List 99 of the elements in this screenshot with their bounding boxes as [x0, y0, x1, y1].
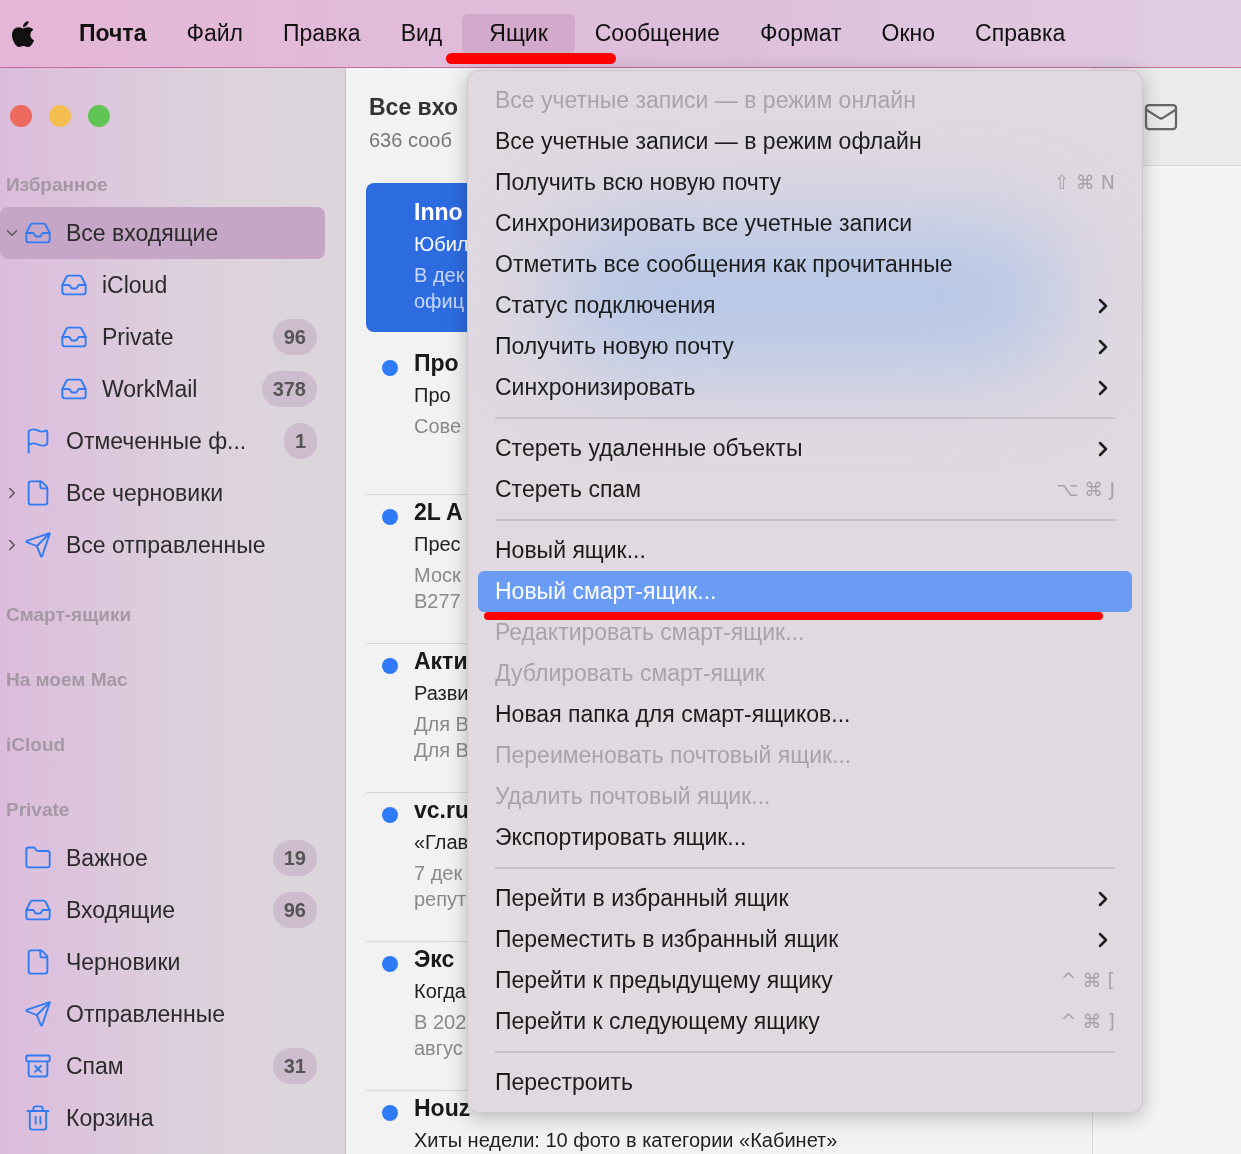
- mailbox-name: iCloud: [102, 270, 168, 300]
- message-preview: 7 дек: [414, 860, 464, 886]
- message-preview: авгус: [414, 1035, 464, 1061]
- sidebar-item[interactable]: Черновики: [0, 936, 325, 988]
- mailbox-name: Все отправленные: [66, 530, 266, 560]
- sidebar-section-title: Private: [6, 797, 70, 822]
- sidebar-section-title: iCloud: [6, 732, 66, 757]
- menu-bar-item[interactable]: Сообщение: [582, 13, 732, 54]
- message-preview: репут: [414, 886, 468, 912]
- junk-box-icon: [24, 1052, 52, 1080]
- sidebar-item[interactable]: Все отправленные: [0, 519, 325, 571]
- message-sender: Экс: [414, 945, 455, 972]
- menu-item[interactable]: Стереть спам ⌥ ⌘ J: [478, 477, 1132, 502]
- message-preview: В 202: [414, 1009, 467, 1035]
- menu-item[interactable]: Новый ящик...: [478, 538, 1132, 563]
- message-sender: Акти: [414, 647, 468, 674]
- keyboard-shortcut: ⌥ ⌘ J: [1056, 477, 1115, 503]
- menu-bar-item[interactable]: Формат: [747, 13, 854, 54]
- message-preview: В дек: [414, 262, 466, 288]
- keyboard-shortcut: ^ ⌘ [: [1060, 968, 1115, 994]
- mailbox-name: Входящие: [66, 895, 176, 925]
- sidebar-item[interactable]: Важное 19: [0, 832, 325, 884]
- keyboard-shortcut: ⇧ ⌘ N: [1053, 170, 1115, 196]
- menu-item[interactable]: Перейти к предыдущему ящику ^ ⌘ [: [478, 968, 1132, 993]
- message-subject: «Глав: [414, 830, 469, 854]
- apple-icon[interactable]: [10, 18, 36, 49]
- sidebar-section-title: На моем Mac: [6, 667, 128, 692]
- message-preview: Для В: [414, 737, 469, 763]
- message-count: 636 сооб: [369, 127, 452, 153]
- menu-item[interactable]: Перестроить: [478, 1070, 1132, 1095]
- menu-item[interactable]: Новая папка для смарт-ящиков...: [478, 702, 1132, 727]
- sidebar-item[interactable]: Корзина: [0, 1092, 325, 1144]
- message-subject: Разви: [414, 681, 469, 705]
- keyboard-shortcut: ^ ⌘ ]: [1060, 1009, 1115, 1035]
- menu-bar-item[interactable]: Справка: [963, 13, 1078, 54]
- mailbox-title: Все вхо: [369, 93, 458, 122]
- menu-bar-item[interactable]: Правка: [270, 13, 373, 54]
- menu-bar-item[interactable]: Почта: [67, 13, 159, 54]
- message-preview: B277: [414, 588, 462, 614]
- menu-item[interactable]: Экспортировать ящик...: [478, 825, 1132, 850]
- mailbox-name: Черновики: [66, 947, 181, 977]
- sidebar-item[interactable]: iCloud: [0, 259, 325, 311]
- menu-item[interactable]: Перейти к следующему ящику ^ ⌘ ]: [478, 1009, 1132, 1034]
- unread-count: 19: [272, 840, 317, 876]
- message-subject: Прес: [414, 532, 461, 556]
- sidebar-item[interactable]: Отмеченные ф... 1: [0, 415, 325, 467]
- unread-count: 31: [272, 1048, 317, 1084]
- sidebar-section-title: Смарт-ящики: [6, 602, 132, 627]
- trash-icon: [24, 1104, 52, 1132]
- unread-count: 96: [272, 319, 317, 355]
- sidebar-item[interactable]: Спам 31: [0, 1040, 325, 1092]
- menu-item[interactable]: Стереть удаленные объекты: [478, 436, 1132, 461]
- paper-plane-icon: [24, 1000, 52, 1028]
- unread-count: 96: [272, 892, 317, 928]
- menu-bar-item[interactable]: Вид: [388, 13, 455, 54]
- message-sender: vc.ru: [414, 796, 469, 823]
- menu-item[interactable]: Получить новую почту: [478, 334, 1132, 359]
- menu-item[interactable]: Все учетные записи — в режим офлайн: [478, 129, 1132, 154]
- message-subject: Юбил: [414, 232, 469, 256]
- mailbox-name: Корзина: [66, 1103, 154, 1133]
- menu-bar-item[interactable]: Файл: [174, 13, 255, 54]
- message-preview: Моск: [414, 562, 462, 588]
- message-sender: Houz: [414, 1094, 471, 1121]
- menu-bar-item[interactable]: Окно: [869, 13, 948, 54]
- menu-item[interactable]: Синхронизировать: [478, 375, 1132, 400]
- message-sender: Inno: [414, 198, 463, 225]
- menu-item[interactable]: Получить всю новую почту ⇧ ⌘ N: [478, 170, 1132, 195]
- menu-item[interactable]: Отметить все сообщения как прочитанные: [478, 252, 1132, 277]
- sidebar-item[interactable]: Все черновики: [0, 467, 325, 519]
- menu-item[interactable]: Перейти в избранный ящик: [478, 886, 1132, 911]
- paper-plane-icon: [24, 531, 52, 559]
- message-preview: Сове: [414, 413, 462, 439]
- mailbox-name: Private: [102, 322, 174, 352]
- message-subject: Хиты недели: 10 фото в категории «Кабинет»: [414, 1128, 838, 1152]
- mailbox-name: Спам: [66, 1051, 124, 1081]
- message-preview: офиц: [414, 288, 466, 314]
- mailbox-name: Все входящие: [66, 218, 219, 248]
- message-subject: Про: [414, 383, 451, 407]
- message-sender: Про: [414, 349, 459, 376]
- unread-count: 378: [261, 371, 317, 407]
- menu-item[interactable]: Статус подключения: [478, 293, 1132, 318]
- mailbox-name: Отправленные: [66, 999, 226, 1029]
- sidebar-item[interactable]: WorkMail 378: [0, 363, 325, 415]
- sidebar-item[interactable]: Все входящие: [0, 207, 325, 259]
- unread-count: 1: [283, 423, 317, 459]
- sidebar-item[interactable]: Отправленные: [0, 988, 325, 1040]
- message-preview: Для В: [414, 711, 469, 737]
- sidebar-item[interactable]: Входящие 96: [0, 884, 325, 936]
- mailbox-name: Все черновики: [66, 478, 224, 508]
- message-subject: Когда: [414, 979, 466, 1003]
- message-sender: 2L A: [414, 498, 463, 525]
- mailbox-name: Важное: [66, 843, 148, 873]
- sidebar-section-title: Избранное: [6, 172, 108, 197]
- menu-item[interactable]: Синхронизировать все учетные записи: [478, 211, 1132, 236]
- mailbox-name: WorkMail: [102, 374, 198, 404]
- sidebar-item[interactable]: Private 96: [0, 311, 325, 363]
- mailbox-name: Отмеченные ф...: [66, 426, 247, 456]
- menu-item[interactable]: Переместить в избранный ящик: [478, 927, 1132, 952]
- menu-bar-item[interactable]: Ящик: [462, 13, 575, 54]
